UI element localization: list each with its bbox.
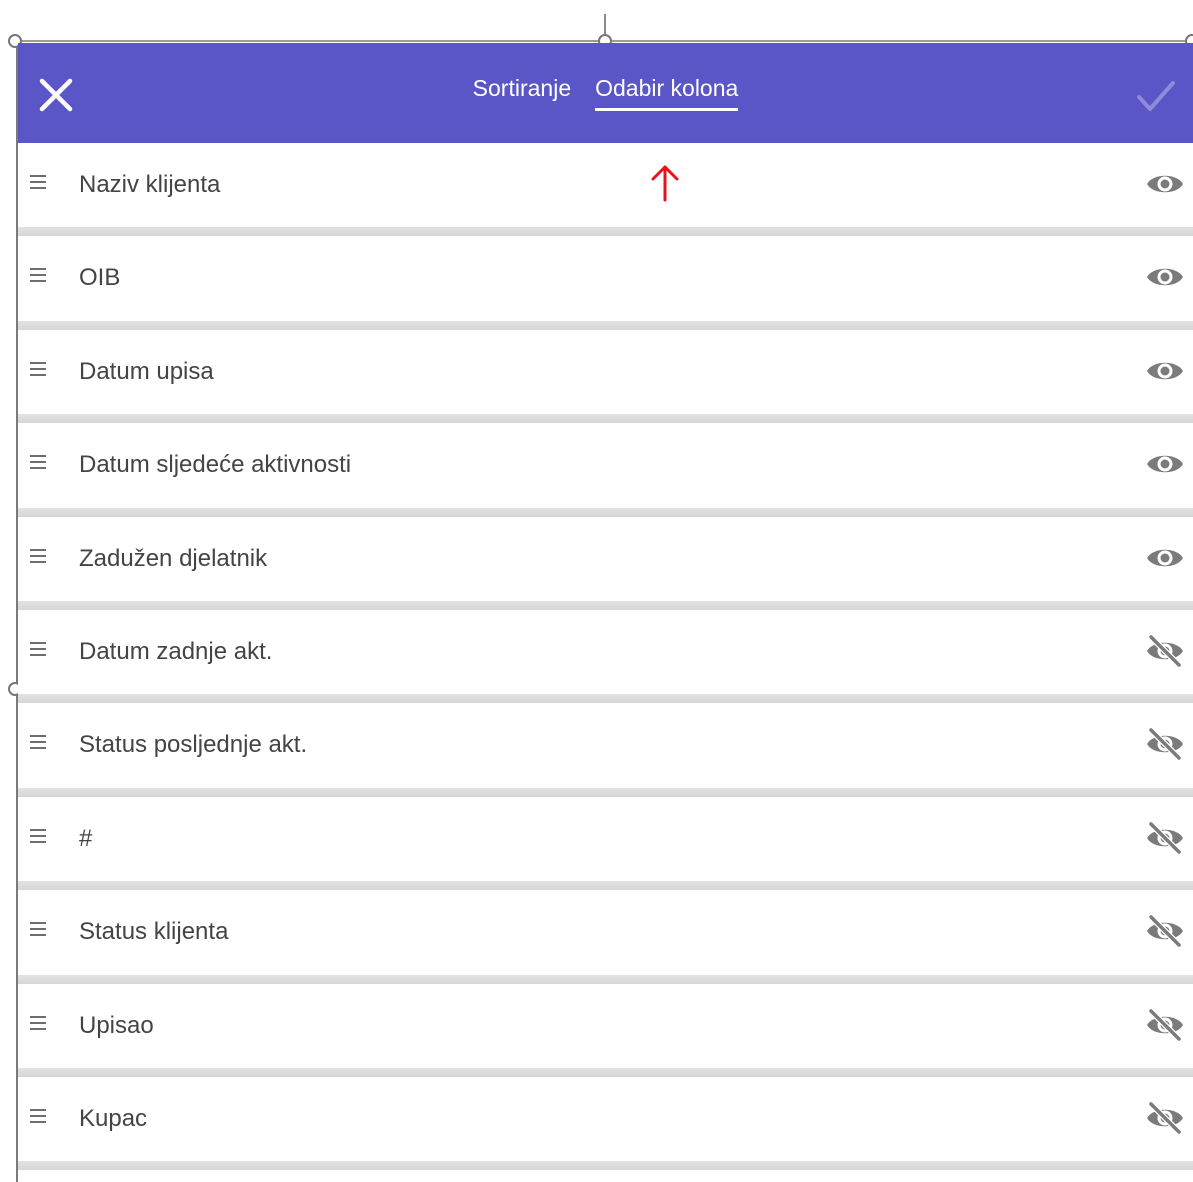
- column-label: Status klijenta: [79, 918, 229, 946]
- eye-off-icon[interactable]: [1145, 821, 1185, 854]
- confirm-button[interactable]: [1133, 73, 1179, 119]
- drag-handle-icon[interactable]: [30, 548, 46, 569]
- drag-handle-icon[interactable]: [30, 922, 46, 942]
- drag-handle-icon[interactable]: [30, 735, 46, 755]
- column-row[interactable]: Naziv klijenta: [18, 143, 1193, 237]
- column-label: OIB: [79, 264, 121, 292]
- drag-handle-icon[interactable]: [30, 1015, 46, 1036]
- column-row[interactable]: Status posljednje akt.: [18, 703, 1193, 798]
- column-row[interactable]: Datum upisa: [18, 329, 1193, 424]
- eye-off-icon[interactable]: [1145, 728, 1185, 761]
- column-row[interactable]: #: [18, 796, 1193, 891]
- column-row[interactable]: Zadužen djelatnik: [18, 516, 1193, 611]
- drag-handle-icon[interactable]: [30, 361, 46, 382]
- column-label: Status posljednje akt.: [79, 731, 308, 759]
- column-row[interactable]: OIB: [18, 236, 1193, 331]
- column-list: Naziv klijenta OIB Datum upisa Datum sljede…: [18, 143, 1193, 1171]
- column-label: Naziv klijenta: [79, 171, 221, 198]
- eye-icon[interactable]: [1145, 448, 1185, 480]
- column-label: Datum upisa: [79, 357, 214, 385]
- column-label: #: [79, 824, 93, 852]
- dialog-header: Sortiranje Odabir kolona: [18, 43, 1193, 143]
- column-row[interactable]: Kupac: [18, 1076, 1193, 1171]
- column-row[interactable]: Upisao: [18, 983, 1193, 1078]
- column-row[interactable]: Status klijenta: [18, 890, 1193, 984]
- eye-off-icon[interactable]: [1145, 1008, 1185, 1041]
- tab-column-selection[interactable]: Odabir kolona: [595, 75, 739, 111]
- drag-handle-icon[interactable]: [30, 175, 46, 195]
- eye-off-icon[interactable]: [1145, 1101, 1185, 1135]
- eye-icon[interactable]: [1145, 168, 1185, 200]
- drag-handle-icon[interactable]: [30, 268, 46, 288]
- drag-handle-icon[interactable]: [30, 455, 46, 475]
- drag-handle-icon[interactable]: [30, 828, 46, 849]
- column-label: Datum sljedeće aktivnosti: [79, 451, 352, 479]
- column-row[interactable]: Datum zadnje akt.: [18, 609, 1193, 704]
- tab-bar: Sortiranje Odabir kolona: [18, 75, 1193, 111]
- arrow-up-annotation-icon: [651, 165, 679, 202]
- drag-handle-icon[interactable]: [30, 641, 46, 662]
- eye-off-icon[interactable]: [1145, 915, 1185, 948]
- column-label: Datum zadnje akt.: [79, 637, 273, 665]
- column-label: Upisao: [79, 1011, 154, 1039]
- column-label: Kupac: [79, 1104, 148, 1132]
- checkmark-icon: [1137, 81, 1175, 111]
- eye-off-icon[interactable]: [1145, 634, 1185, 668]
- eye-icon[interactable]: [1145, 261, 1185, 293]
- editor-canvas: Sortiranje Odabir kolona Naziv klijenta OI…: [0, 0, 1193, 1182]
- column-label: Zadužen djelatnik: [79, 544, 268, 572]
- drag-handle-icon[interactable]: [30, 1108, 46, 1129]
- column-row[interactable]: Datum sljedeće aktivnosti: [18, 423, 1193, 517]
- tab-sorting[interactable]: Sortiranje: [473, 75, 571, 108]
- eye-icon[interactable]: [1145, 542, 1185, 574]
- rotate-handle-stem: [604, 14, 606, 36]
- eye-icon[interactable]: [1145, 355, 1185, 387]
